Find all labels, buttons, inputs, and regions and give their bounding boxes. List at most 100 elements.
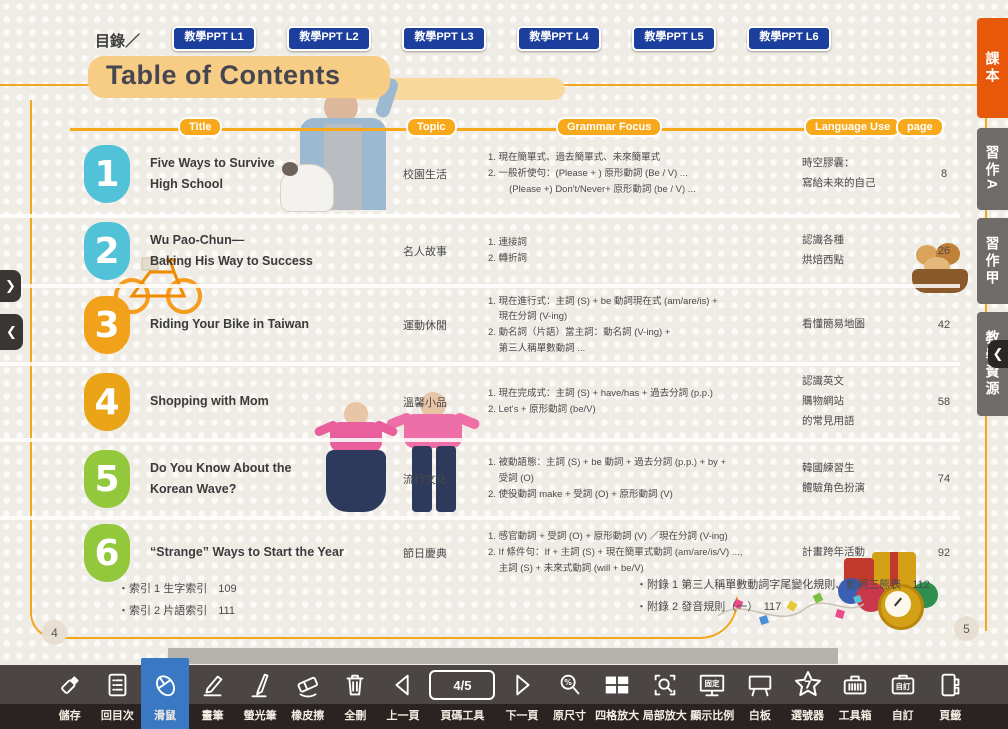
unit-grammar: 1. 現在簡單式、過去簡單式、未來簡單式 2. 一般祈使句：(Please + … (488, 150, 798, 197)
number-picker-icon: 7 (792, 665, 824, 705)
unit-language-use: 時空膠囊： 寫給未來的自己 (802, 154, 920, 194)
page-title: Table of Contents (106, 60, 341, 91)
bottom-toolbar: 儲存 回目次 滑鼠 畫筆 螢光筆 橡皮擦 全刪 上一頁 (0, 665, 1008, 729)
horizontal-scrollbar[interactable] (168, 648, 838, 664)
page-number-tool[interactable]: 4/5 頁碼工具 (427, 665, 498, 729)
unit-page: 92 (924, 547, 964, 559)
eraser-icon (293, 665, 323, 705)
next-page-icon (507, 665, 537, 705)
unit-language-use: 韓國練習生 體驗角色扮演 (802, 459, 920, 499)
ppt-button-l5[interactable]: 教學PPT L5 (632, 26, 716, 51)
toc-icon (102, 665, 132, 705)
table-row: 3 Riding Your Bike in Taiwan 運動休閒 1. 現在進… (0, 288, 960, 366)
left-panel-expand-button[interactable]: ❯ (0, 270, 21, 302)
unit-number-badge: 6 (84, 524, 130, 582)
save-button[interactable]: 儲存 (46, 665, 94, 729)
ppt-button-l1[interactable]: 教學PPT L1 (172, 26, 256, 51)
area-zoom-icon (650, 665, 680, 705)
unit-title: “Strange” Ways to Start the Year (150, 542, 362, 563)
unit-language-use: 認識各種 烘焙西點 (802, 231, 920, 271)
unit-page: 26 (924, 245, 964, 257)
page-number-left: 4 (42, 620, 67, 645)
unit-number-badge: 5 (84, 450, 130, 508)
usb-icon (55, 665, 85, 705)
previous-page-button[interactable]: 上一頁 (379, 665, 427, 729)
unit-number-badge: 1 (84, 145, 130, 203)
table-row: 4 Shopping with Mom 溫馨小品 1. 現在完成式：主詞 (S)… (0, 366, 960, 442)
trash-icon (340, 665, 370, 705)
highlighter-icon (245, 665, 275, 705)
tab-workbook-jia[interactable]: 習作甲 (977, 218, 1008, 304)
unit-grammar: 1. 感官動詞 + 受詞 (O) + 原形動詞 (V) ／現在分詞 (V-ing… (488, 529, 798, 576)
index-list: ・索引 1 生字索引 109 ・索引 2 片語索引 111 (118, 578, 237, 622)
column-header-title: Title (178, 117, 222, 137)
right-panel-collapse-button[interactable]: ❮ (988, 340, 1008, 368)
tab-workbook-a[interactable]: 習作A (977, 128, 1008, 210)
number-picker-button[interactable]: 7 選號器 (784, 665, 832, 729)
svg-text:固定: 固定 (705, 678, 720, 688)
unit-title: Five Ways to Survive High School (150, 153, 362, 196)
unit-language-use: 認識英文 購物網站 的常見用語 (802, 372, 920, 432)
custom-case-icon: 自訂 (888, 665, 918, 705)
title-banner: Table of Contents (88, 56, 390, 98)
unit-topic: 溫馨小品 (366, 394, 484, 410)
fixed-ratio-icon: 固定 (696, 665, 728, 705)
left-panel-collapse-button[interactable]: ❮ (0, 314, 23, 350)
column-header-topic: Topic (406, 117, 457, 137)
unit-topic: 流行文化 (366, 471, 484, 487)
page-indicator[interactable]: 4/5 (429, 670, 495, 700)
whiteboard-button[interactable]: 白板 (736, 665, 784, 729)
table-row: 5 Do You Know About the Korean Wave? 流行文… (0, 442, 960, 520)
highlighter-tool-button[interactable]: 螢光筆 (236, 665, 284, 729)
pen-tool-button[interactable]: 畫筆 (189, 665, 237, 729)
unit-number-badge: 4 (84, 373, 130, 431)
column-header-grammar-focus: Grammar Focus (556, 117, 662, 137)
page-tab-button[interactable]: 頁籤 (926, 665, 974, 729)
unit-title: Do You Know About the Korean Wave? (150, 458, 362, 501)
unit-page: 8 (924, 168, 964, 180)
catalog-label: 目錄／ (95, 30, 140, 51)
table-row: 2 Wu Pao-Chun— Baking His Way to Success… (0, 218, 960, 288)
unit-grammar: 1. 現在進行式：主詞 (S) + be 動詞現在式 (am/are/is) +… (488, 294, 798, 357)
unit-title: Shopping with Mom (150, 391, 362, 412)
unit-language-use: 計畫跨年活動 (802, 543, 920, 563)
table-row: 1 Five Ways to Survive High School 校園生活 … (0, 134, 960, 218)
custom-button[interactable]: 自訂 自訂 (879, 665, 927, 729)
ppt-button-l4[interactable]: 教學PPT L4 (517, 26, 601, 51)
page-number-right: 5 (954, 616, 979, 641)
ppt-button-l6[interactable]: 教學PPT L6 (747, 26, 831, 51)
unit-number-badge: 3 (84, 296, 130, 354)
page-tab-icon (935, 665, 965, 705)
unit-topic: 運動休閒 (366, 317, 484, 333)
delete-all-button[interactable]: 全刪 (332, 665, 380, 729)
area-zoom-button[interactable]: 局部放大 (641, 665, 689, 729)
tab-textbook[interactable]: 課本 (977, 18, 1008, 118)
unit-grammar: 1. 被動語態：主詞 (S) + be 動詞 + 過去分詞 (p.p.) + b… (488, 455, 798, 502)
display-ratio-button[interactable]: 固定 顯示比例 (689, 665, 737, 729)
pen-icon (198, 665, 228, 705)
mouse-tool-button[interactable]: 滑鼠 (141, 665, 189, 729)
quad-zoom-button[interactable]: 四格放大 (593, 665, 641, 729)
unit-topic: 節日慶典 (366, 545, 484, 561)
svg-text:%: % (564, 678, 572, 687)
svg-text:7: 7 (804, 679, 812, 692)
column-header-language-use: Language Use (804, 117, 901, 137)
original-size-button[interactable]: % 原尺寸 (546, 665, 594, 729)
unit-number-badge: 2 (84, 222, 130, 280)
back-to-toc-button[interactable]: 回目次 (94, 665, 142, 729)
toolbox-icon (840, 665, 870, 705)
ppt-button-l2[interactable]: 教學PPT L2 (287, 26, 371, 51)
eraser-tool-button[interactable]: 橡皮擦 (284, 665, 332, 729)
unit-page: 74 (924, 473, 964, 485)
column-header-page: page (896, 117, 944, 137)
quad-zoom-icon (601, 665, 633, 705)
ppt-button-l3[interactable]: 教學PPT L3 (402, 26, 486, 51)
unit-title: Wu Pao-Chun— Baking His Way to Success (150, 230, 362, 273)
table-of-contents: 1 Five Ways to Survive High School 校園生活 … (0, 134, 960, 586)
mouse-icon (150, 665, 180, 705)
unit-title: Riding Your Bike in Taiwan (150, 314, 362, 335)
unit-page: 58 (924, 396, 964, 408)
toolbox-button[interactable]: 工具箱 (831, 665, 879, 729)
next-page-button[interactable]: 下一頁 (498, 665, 546, 729)
prev-page-icon (388, 665, 418, 705)
